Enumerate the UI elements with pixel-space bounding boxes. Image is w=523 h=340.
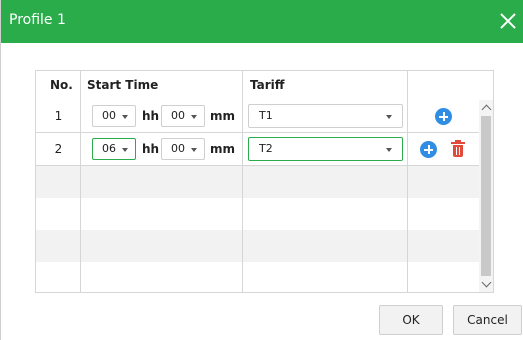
close-icon[interactable]	[494, 6, 523, 36]
scroll-down-icon[interactable]	[481, 277, 492, 288]
minute-select[interactable]: 00	[161, 138, 205, 160]
empty-row	[36, 230, 479, 263]
tariff-select[interactable]: T2	[248, 137, 403, 161]
caret-down-icon	[122, 148, 128, 152]
scrollbar-thumb[interactable]	[481, 116, 491, 276]
plus-circle-icon[interactable]	[420, 141, 437, 158]
row-number: 1	[54, 109, 63, 123]
caret-down-icon	[191, 148, 197, 152]
hour-select[interactable]: 00	[92, 105, 136, 127]
caret-down-icon	[386, 148, 392, 152]
hour-unit: hh	[142, 109, 160, 123]
row-number: 2	[54, 142, 63, 156]
caret-down-icon	[122, 115, 128, 119]
profile-grid: No. Start Time Tariff 1 00 hh 00 mm T1 2…	[35, 70, 494, 293]
empty-row	[36, 262, 479, 292]
grid-header: No. Start Time Tariff	[36, 71, 493, 101]
scroll-up-icon[interactable]	[481, 104, 492, 115]
minute-unit: mm	[210, 142, 236, 156]
minute-unit: mm	[210, 109, 236, 123]
column-divider	[407, 71, 408, 292]
column-divider	[242, 71, 243, 292]
tariff-value: T2	[259, 142, 273, 155]
title-bar: Profile 1	[1, 0, 523, 43]
hour-value: 00	[102, 109, 116, 122]
hour-unit: hh	[142, 142, 160, 156]
vertical-scrollbar[interactable]	[479, 100, 493, 292]
hour-value: 06	[102, 142, 116, 155]
tariff-select[interactable]: T1	[248, 104, 403, 128]
profile-dialog: Profile 1 No. Start Time Tariff 1 00 hh …	[0, 0, 523, 340]
cancel-button[interactable]: Cancel	[453, 305, 522, 335]
trash-icon[interactable]	[451, 140, 465, 157]
header-no: No.	[50, 78, 73, 92]
header-tariff: Tariff	[250, 78, 285, 92]
ok-button[interactable]: OK	[379, 305, 443, 335]
empty-row	[36, 166, 479, 199]
plus-circle-icon[interactable]	[435, 108, 452, 125]
hour-select[interactable]: 06	[92, 138, 136, 160]
column-divider	[80, 71, 81, 292]
minute-select[interactable]: 00	[161, 105, 205, 127]
minute-value: 00	[171, 109, 185, 122]
caret-down-icon	[191, 115, 197, 119]
table-row: 1 00 hh 00 mm T1	[36, 100, 479, 133]
empty-row	[36, 198, 479, 231]
tariff-value: T1	[259, 109, 273, 122]
header-start-time: Start Time	[87, 78, 159, 92]
minute-value: 00	[171, 142, 185, 155]
table-row: 2 06 hh 00 mm T2	[36, 133, 479, 166]
caret-down-icon	[386, 115, 392, 119]
dialog-title: Profile 1	[9, 12, 66, 28]
